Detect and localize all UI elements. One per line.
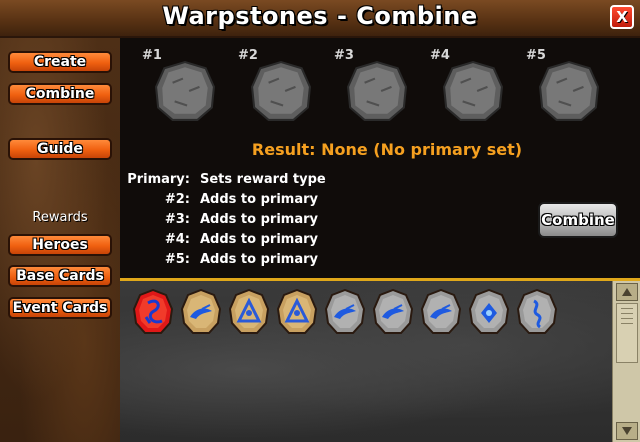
scroll-down-arrow-icon[interactable] <box>616 422 638 440</box>
warpstone-red-icon <box>132 288 174 334</box>
warpstones-window: Warpstones - Combine X Create Combine Gu… <box>0 0 640 442</box>
heroes-button[interactable]: Heroes <box>8 234 112 256</box>
warpstone-gray-icon <box>420 288 462 334</box>
inventory-warpstone[interactable] <box>132 288 174 335</box>
info-key: Primary: <box>127 172 190 187</box>
slot-3[interactable]: #3 <box>332 46 422 136</box>
slot-2[interactable]: #2 <box>236 46 326 136</box>
result-text: Result: None (No primary set) <box>251 140 523 159</box>
info-value: Adds to primary <box>200 212 318 227</box>
empty-stone-icon <box>443 60 503 121</box>
info-value: Adds to primary <box>200 252 318 267</box>
inventory-warpstone[interactable] <box>372 288 414 335</box>
info-key: #3: <box>164 212 190 227</box>
info-row-4: #4: Adds to primary <box>120 232 330 252</box>
combine-panel: #1 #2 #3 #4 #5 Result: None (No primary set)… <box>120 38 640 278</box>
info-value: Adds to primary <box>200 232 318 247</box>
info-key: #5: <box>164 252 190 267</box>
guide-button[interactable]: Guide <box>8 138 112 160</box>
warpstone-gold-icon <box>180 288 222 334</box>
warpstone-gold-icon <box>276 288 318 334</box>
scroll-thumb[interactable] <box>616 303 638 363</box>
empty-stone-icon <box>539 60 599 121</box>
info-row-3: #3: Adds to primary <box>120 212 330 232</box>
sidebar: Create Combine Guide Rewards Heroes Base… <box>0 38 120 442</box>
inventory-warpstone[interactable] <box>180 288 222 335</box>
info-row-5: #5: Adds to primary <box>120 252 330 272</box>
title-bar: Warpstones - Combine X <box>0 0 640 38</box>
info-value: Sets reward type <box>200 172 326 187</box>
inventory-warpstone[interactable] <box>228 288 270 335</box>
warpstone-gray-icon <box>468 288 510 334</box>
inventory-warpstone[interactable] <box>420 288 462 335</box>
warpstone-inventory <box>120 281 612 442</box>
info-value: Adds to primary <box>200 192 318 207</box>
inventory-warpstone[interactable] <box>468 288 510 335</box>
info-key: #4: <box>164 232 190 247</box>
combine-button[interactable]: Combine <box>538 202 618 238</box>
slot-4[interactable]: #4 <box>428 46 518 136</box>
inventory-warpstone[interactable] <box>276 288 318 335</box>
rewards-heading: Rewards <box>32 210 88 225</box>
warpstone-gray-icon <box>516 288 558 334</box>
create-button[interactable]: Create <box>8 51 112 73</box>
info-row-primary: Primary: Sets reward type <box>120 172 330 192</box>
event-cards-button[interactable]: Event Cards <box>8 297 112 319</box>
empty-stone-icon <box>251 60 311 121</box>
inventory-warpstone[interactable] <box>516 288 558 335</box>
inventory-scrollbar[interactable] <box>612 281 640 442</box>
empty-stone-icon <box>347 60 407 121</box>
slot-5[interactable]: #5 <box>524 46 614 136</box>
inventory-warpstone[interactable] <box>324 288 366 335</box>
scroll-up-arrow-icon[interactable] <box>616 283 638 301</box>
combine-tab-button[interactable]: Combine <box>8 83 112 105</box>
window-title: Warpstones - Combine <box>162 2 478 30</box>
warpstone-gray-icon <box>372 288 414 334</box>
base-cards-button[interactable]: Base Cards <box>8 265 112 287</box>
warpstone-gold-icon <box>228 288 270 334</box>
slot-1[interactable]: #1 <box>140 46 230 136</box>
info-row-2: #2: Adds to primary <box>120 192 330 212</box>
empty-stone-icon <box>155 60 215 121</box>
info-key: #2: <box>164 192 190 207</box>
warpstone-gray-icon <box>324 288 366 334</box>
close-button[interactable]: X <box>610 5 634 29</box>
